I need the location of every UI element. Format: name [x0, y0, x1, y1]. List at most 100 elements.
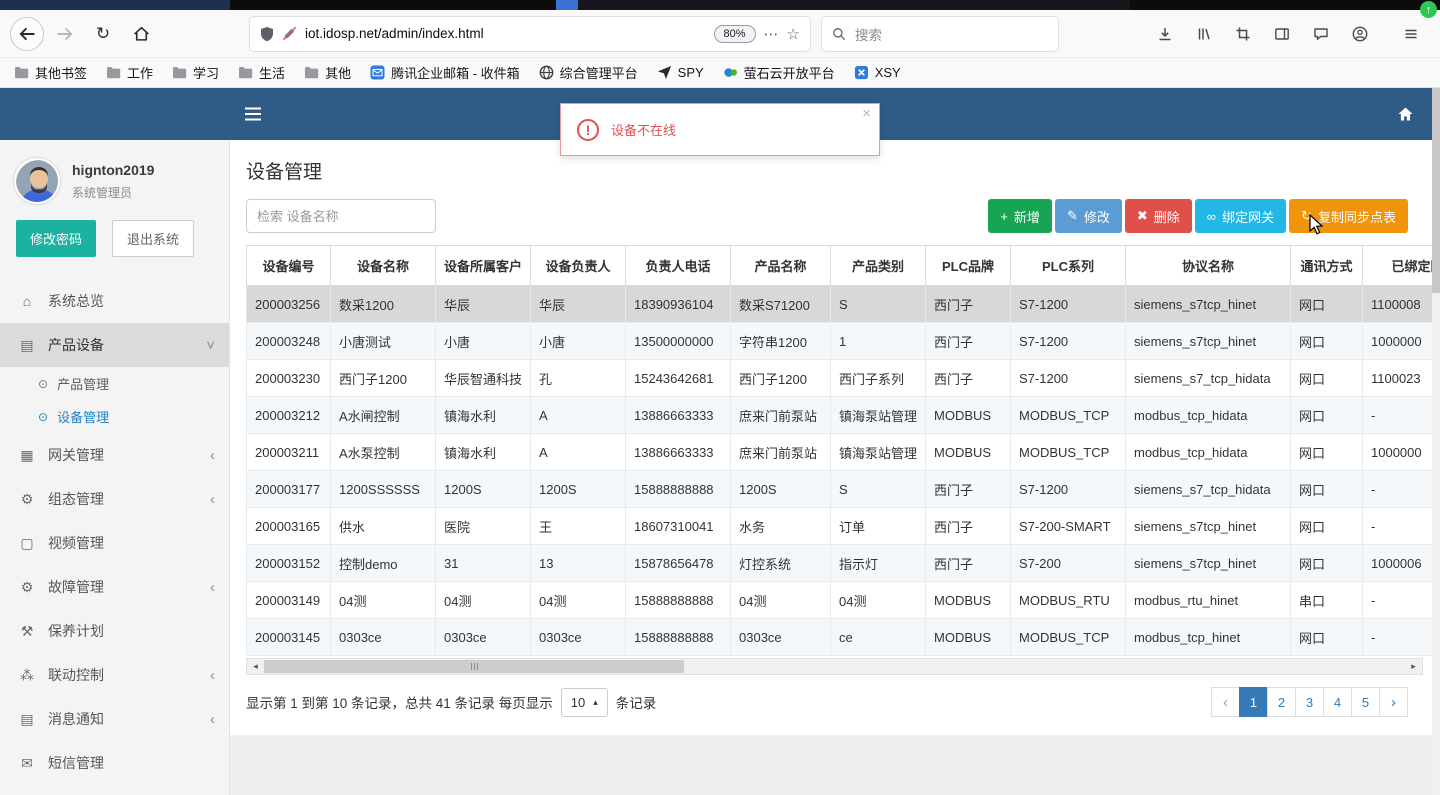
add-button[interactable]: + 新增 [988, 199, 1052, 233]
table-row[interactable]: 200003212 A水闸控制 镇海水利 A 13886663333 庶来门前泵站 镇海泵站… [246, 396, 1432, 434]
pagination-page[interactable]: 5 [1351, 687, 1380, 717]
scroll-left-arrow-icon[interactable]: ◂ [247, 659, 264, 674]
page-scrollbar-thumb[interactable] [1432, 88, 1440, 293]
sidebar-subitem-product-mgmt[interactable]: ⊙ 产品管理 [0, 367, 229, 400]
sidebar-item-message-notify[interactable]: ▤ 消息通知 ‹ [0, 697, 229, 741]
shield-icon[interactable] [260, 26, 274, 42]
table-row[interactable]: 200003256 数采1200 华辰 华辰 18390936104 数采S71200 S 西… [246, 285, 1432, 323]
table-row[interactable]: 200003211 A水泵控制 镇海水利 A 13886663333 庶来门前泵站 镇海泵站… [246, 433, 1432, 471]
cell: 1200S [730, 470, 831, 508]
profile-buttons: 修改密码 退出系统 [0, 212, 229, 261]
sidebar-item-maintenance-plan[interactable]: ⚒ 保养计划 [0, 609, 229, 653]
sidebar-item-video-mgmt[interactable]: ▢ 视频管理 [0, 521, 229, 565]
table-row[interactable]: 200003152 控制demo 31 13 15878656478 灯控系统 指示灯 西门子… [246, 544, 1432, 582]
bookmark-item[interactable]: SPY [657, 65, 704, 80]
sidebar-item-label: 视频管理 [48, 535, 104, 551]
sidebar-item-scada-mgmt[interactable]: ⚙ 组态管理 ‹ [0, 477, 229, 521]
cell: modbus_tcp_hidata [1125, 396, 1291, 434]
avatar[interactable] [14, 158, 60, 204]
bookmark-item[interactable]: 学习 [172, 63, 219, 82]
update-arrow-badge-icon[interactable]: ↑ [1420, 1, 1437, 18]
pagination-page[interactable]: 1 [1239, 687, 1268, 717]
sidebar-item-linkage-control[interactable]: ⁂ 联动控制 ‹ [0, 653, 229, 697]
table-row[interactable]: 200003145 0303ce 0303ce 0303ce 15888888888 03… [246, 618, 1432, 656]
bookmark-item[interactable]: 其他 [304, 63, 351, 82]
folder-icon [172, 66, 187, 79]
sidebar-collapse-toggle[interactable] [244, 107, 262, 126]
sidebar-item-fault-mgmt[interactable]: ⚙ 故障管理 ‹ [0, 565, 229, 609]
library-button[interactable] [1189, 19, 1219, 49]
edit-button[interactable]: ✎ 修改 [1054, 199, 1122, 233]
table-row[interactable]: 200003248 小唐测试 小唐 小唐 13500000000 字符串1200 1 西门子 S… [246, 322, 1432, 360]
cell: 200003248 [246, 322, 331, 360]
cell: 王 [530, 507, 626, 545]
url-bar[interactable]: iot.idosp.net/admin/index.html 80% ⋯ ☆ [250, 16, 810, 51]
page-size-dropdown[interactable]: 10 ▴ [560, 687, 608, 717]
record-summary-suffix: 条记录 [615, 696, 657, 711]
zoom-indicator[interactable]: 80% [713, 24, 756, 43]
bookmark-item[interactable]: 综合管理平台 [539, 63, 638, 82]
downloads-button[interactable] [1150, 19, 1180, 49]
cell: MODBUS [925, 396, 1011, 434]
messages-button[interactable] [1306, 19, 1336, 49]
pagination-prev[interactable]: ‹ [1211, 687, 1240, 717]
cell: 镇海泵站管理 [830, 433, 926, 471]
sidebar-toggle-button[interactable] [1267, 19, 1297, 49]
account-button[interactable] [1345, 19, 1375, 49]
device-search-input[interactable] [246, 199, 436, 233]
bookmark-item[interactable]: 生活 [238, 63, 285, 82]
bookmark-item[interactable]: 工作 [106, 63, 153, 82]
insecure-edit-slash-icon[interactable] [282, 26, 297, 41]
bookmark-item[interactable]: 萤石云开放平台 [723, 63, 835, 82]
sidebar-subitem-label: 产品管理 [57, 377, 110, 392]
app-home-button[interactable] [1397, 106, 1414, 127]
table-horizontal-scrollbar[interactable]: ◂ ▸ [246, 658, 1423, 675]
pagination-page[interactable]: 2 [1267, 687, 1296, 717]
sidebar-subitem-device-mgmt[interactable]: ⊙ 设备管理 [0, 400, 229, 433]
scrollbar-thumb[interactable] [264, 660, 684, 673]
bookmark-item[interactable]: 其他书签 [14, 63, 87, 82]
bookmark-star-icon[interactable]: ☆ [787, 25, 800, 43]
pagination-next[interactable]: › [1379, 687, 1408, 717]
back-button[interactable] [10, 16, 44, 51]
cell: - [1362, 396, 1432, 434]
link-icon: ∞ [1206, 208, 1217, 224]
app-menu-button[interactable] [1396, 19, 1426, 49]
copy-sync-table-button[interactable]: ↻ 复制同步点表 [1289, 199, 1408, 233]
pagination-page[interactable]: 4 [1323, 687, 1352, 717]
pagination-page[interactable]: 3 [1295, 687, 1324, 717]
table-row[interactable]: 200003149 04测 04测 04测 15888888888 04测 04测 MODBU… [246, 581, 1432, 619]
browser-home-button[interactable] [124, 17, 158, 51]
sidebar-item-gateway-mgmt[interactable]: ▦ 网关管理 ‹ [0, 433, 229, 477]
bookmark-item[interactable]: 腾讯企业邮箱 - 收件箱 [370, 63, 520, 82]
bind-gateway-button[interactable]: ∞ 绑定网关 [1194, 199, 1287, 233]
delete-button[interactable]: ✖ 删除 [1124, 199, 1192, 233]
sidebar-item-label: 产品设备 [48, 337, 104, 353]
table-row[interactable]: 200003177 1200SSSSSS 1200S 1200S 15888888888… [246, 470, 1432, 508]
cell: MODBUS_TCP [1010, 433, 1126, 471]
change-password-button[interactable]: 修改密码 [16, 220, 97, 257]
search-bar[interactable]: 搜索 [822, 16, 1058, 51]
screenshot-button[interactable] [1228, 19, 1258, 49]
cell: 1000000 [1362, 322, 1432, 360]
scroll-right-arrow-icon[interactable]: ▸ [1405, 659, 1422, 674]
cell: 孔 [530, 359, 626, 397]
forward-button[interactable] [48, 17, 82, 51]
cell: 西门子 [925, 507, 1011, 545]
reload-button[interactable]: ↻ [86, 17, 120, 51]
sidebar-item-sms-mgmt[interactable]: ✉ 短信管理 [0, 741, 229, 785]
tab-strip-segment [578, 0, 1130, 10]
bookmark-item[interactable]: XSY [854, 65, 901, 80]
device-icon: ▤ [20, 336, 34, 353]
button-label: 绑定网关 [1222, 209, 1275, 225]
sidebar-item-system-overview[interactable]: ⌂ 系统总览 [0, 279, 229, 323]
sidebar-item-product-device[interactable]: ▤ 产品设备 ˅ [0, 323, 229, 367]
table-row[interactable]: 200003230 西门子1200 华辰智通科技孔 15243642681 西门子120… [246, 359, 1432, 397]
logout-button[interactable]: 退出系统 [112, 220, 195, 257]
cell: 13500000000 [625, 322, 731, 360]
page-actions-icon[interactable]: ⋯ [764, 25, 779, 43]
alert-close-icon[interactable]: × [862, 105, 871, 122]
page-scrollbar[interactable] [1432, 88, 1440, 795]
table-row[interactable]: 200003165 供水 医院王 18607310041 水务 订单 西门子 S7-200-S… [246, 507, 1432, 545]
url-text[interactable]: iot.idosp.net/admin/index.html [305, 26, 706, 41]
